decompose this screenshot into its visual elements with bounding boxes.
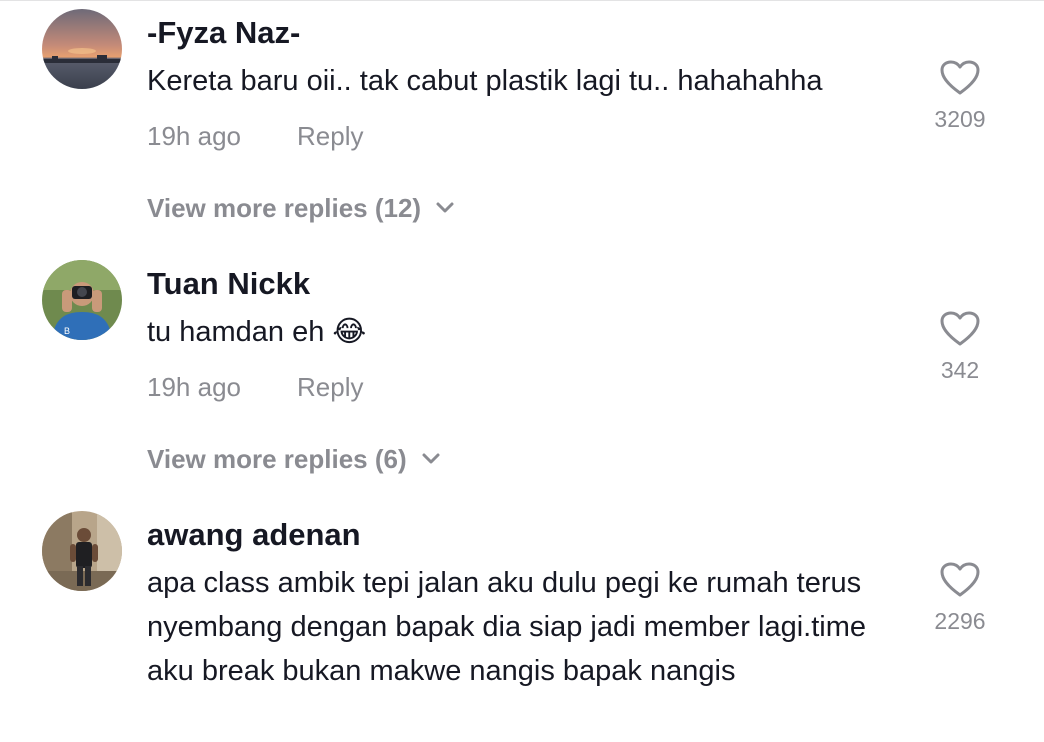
avatar[interactable] <box>42 9 122 89</box>
comment-text: Kereta baru oii.. tak cabut plastik lagi… <box>147 65 823 97</box>
like-control[interactable]: 2296 <box>920 562 1000 634</box>
like-count: 3209 <box>934 106 986 132</box>
comment-text: apa class ambik tepi jalan aku dulu pegi… <box>147 567 866 687</box>
timestamp: 19h ago <box>147 372 241 402</box>
username[interactable]: -Fyza Naz- <box>147 15 300 51</box>
like-control[interactable]: 3209 <box>920 60 1000 132</box>
view-more-replies-label: View more replies (6) <box>147 444 407 474</box>
reply-button[interactable]: Reply <box>297 372 363 402</box>
like-control[interactable]: 342 <box>920 311 1000 383</box>
like-count: 2296 <box>934 608 986 634</box>
reply-button[interactable]: Reply <box>297 121 363 151</box>
comment-text: tu hamdan eh 😂 <box>147 316 367 348</box>
top-divider <box>0 0 1044 1</box>
photographer-avatar-icon: B <box>42 260 122 340</box>
heart-icon[interactable] <box>940 562 980 598</box>
avatar[interactable] <box>42 511 122 591</box>
username[interactable]: awang adenan <box>147 517 361 553</box>
username[interactable]: Tuan Nickk <box>147 266 310 302</box>
view-more-replies-label: View more replies (12) <box>147 193 422 223</box>
man-standing-avatar-icon <box>42 511 122 591</box>
heart-icon[interactable] <box>940 60 980 96</box>
avatar[interactable]: B <box>42 260 122 340</box>
timestamp: 19h ago <box>147 121 241 151</box>
comment-meta: 19h ago Reply <box>147 372 363 402</box>
chevron-down-icon <box>422 453 440 464</box>
view-more-replies-button[interactable]: View more replies (12) <box>147 193 455 223</box>
sunset-photo-avatar-icon <box>42 9 122 89</box>
svg-text:B: B <box>64 326 70 336</box>
heart-icon[interactable] <box>940 311 980 347</box>
comment-meta: 19h ago Reply <box>147 121 363 151</box>
like-count: 342 <box>940 357 980 383</box>
chevron-down-icon <box>436 202 454 213</box>
view-more-replies-button[interactable]: View more replies (6) <box>147 444 441 474</box>
